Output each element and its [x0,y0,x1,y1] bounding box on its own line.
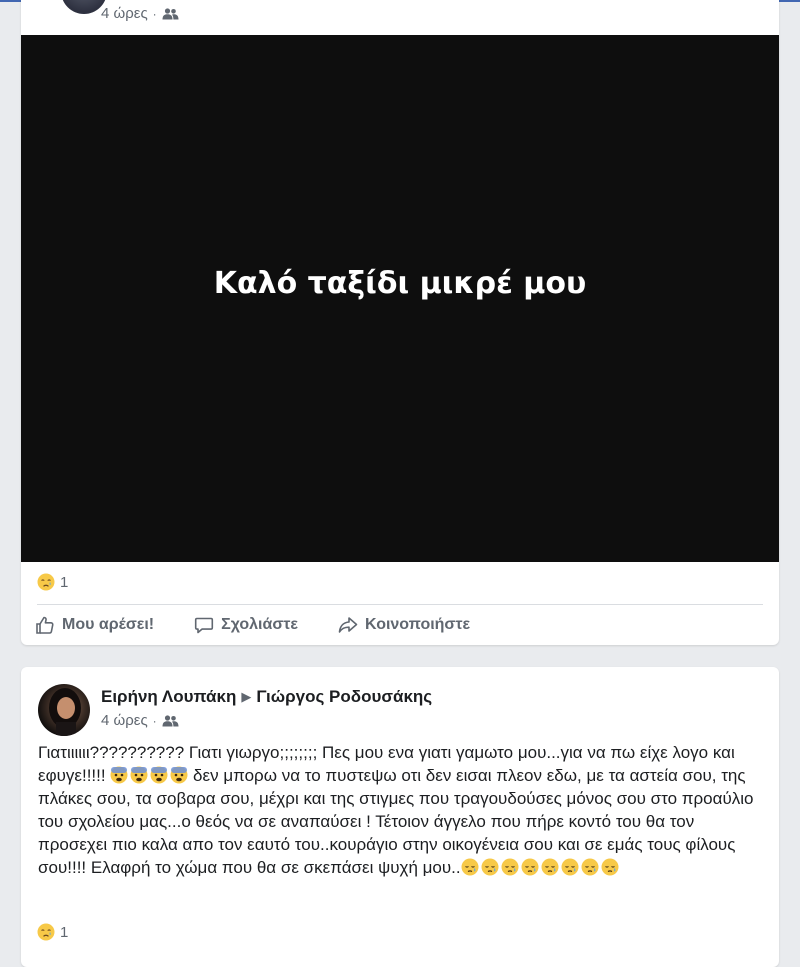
like-label: Μου αρέσει! [62,616,155,633]
reaction-count: 1 [60,923,69,941]
post-meta: 4 ώρες · [101,712,179,729]
recipient-name[interactable]: Γιώργος Ροδουσάκης [256,687,432,707]
sleepy-face-icon [521,858,539,876]
post-text: Γιατιιιιιι?????????? Γιατι γιωργο;;;;;;;… [38,741,766,879]
sleepy-face-icon [561,858,579,876]
meta-separator: · [152,713,157,728]
arrow-right-icon: ▶ [241,689,252,704]
avatar-portrait [49,688,81,736]
comment-button[interactable]: Σχολιάστε [194,615,298,635]
sleepy-face-icon [501,858,519,876]
crying-face-icon [37,573,55,591]
sleepy-face-icon [601,858,619,876]
share-arrow-icon [338,617,358,633]
author-name[interactable]: Ειρήνη Λουπάκη [101,687,236,707]
post-time[interactable]: 4 ώρες [101,712,148,729]
post-meta: 4 ώρες · [101,5,179,22]
sleepy-face-icon [581,858,599,876]
post-time[interactable]: 4 ώρες [101,5,148,22]
friends-icon[interactable] [162,714,179,727]
post-card-1: 4 ώρες · Καλό ταξίδι μικρέ μου 1 Μου αρέ… [21,0,779,645]
reaction-count: 1 [60,573,69,591]
fearful-face-icon [110,766,128,784]
post-header-names: Ειρήνη Λουπάκη ▶ Γιώργος Ροδουσάκης [101,687,432,707]
sleepy-face-icon [541,858,559,876]
reactions-summary[interactable]: 1 [37,573,68,591]
sleepy-face-icon [481,858,499,876]
post-card-2: Ειρήνη Λουπάκη ▶ Γιώργος Ροδουσάκης 4 ώρ… [21,667,779,967]
share-button[interactable]: Κοινοποιήστε [338,615,470,635]
post-image[interactable]: Καλό ταξίδι μικρέ μου [21,35,779,562]
comment-icon [195,617,214,634]
fearful-emoji-group [110,766,188,784]
share-label: Κοινοποιήστε [365,616,471,633]
like-button[interactable]: Μου αρέσει! [35,615,154,635]
sleepy-emoji-group [461,858,619,876]
post-actions: Μου αρέσει! Σχολιάστε Κοινοποιήστε [35,608,765,642]
meta-separator: · [152,6,157,21]
actions-divider [37,604,763,605]
comment-label: Σχολιάστε [221,616,298,633]
post-image-text: Καλό ταξίδι μικρέ μου [213,266,587,301]
friends-icon[interactable] [162,7,179,20]
fearful-face-icon [150,766,168,784]
avatar[interactable] [38,684,90,736]
reactions-summary[interactable]: 1 [37,923,68,941]
fearful-face-icon [130,766,148,784]
fearful-face-icon [170,766,188,784]
crying-face-icon [37,923,55,941]
sleepy-face-icon [461,858,479,876]
thumbs-up-icon [36,616,54,634]
